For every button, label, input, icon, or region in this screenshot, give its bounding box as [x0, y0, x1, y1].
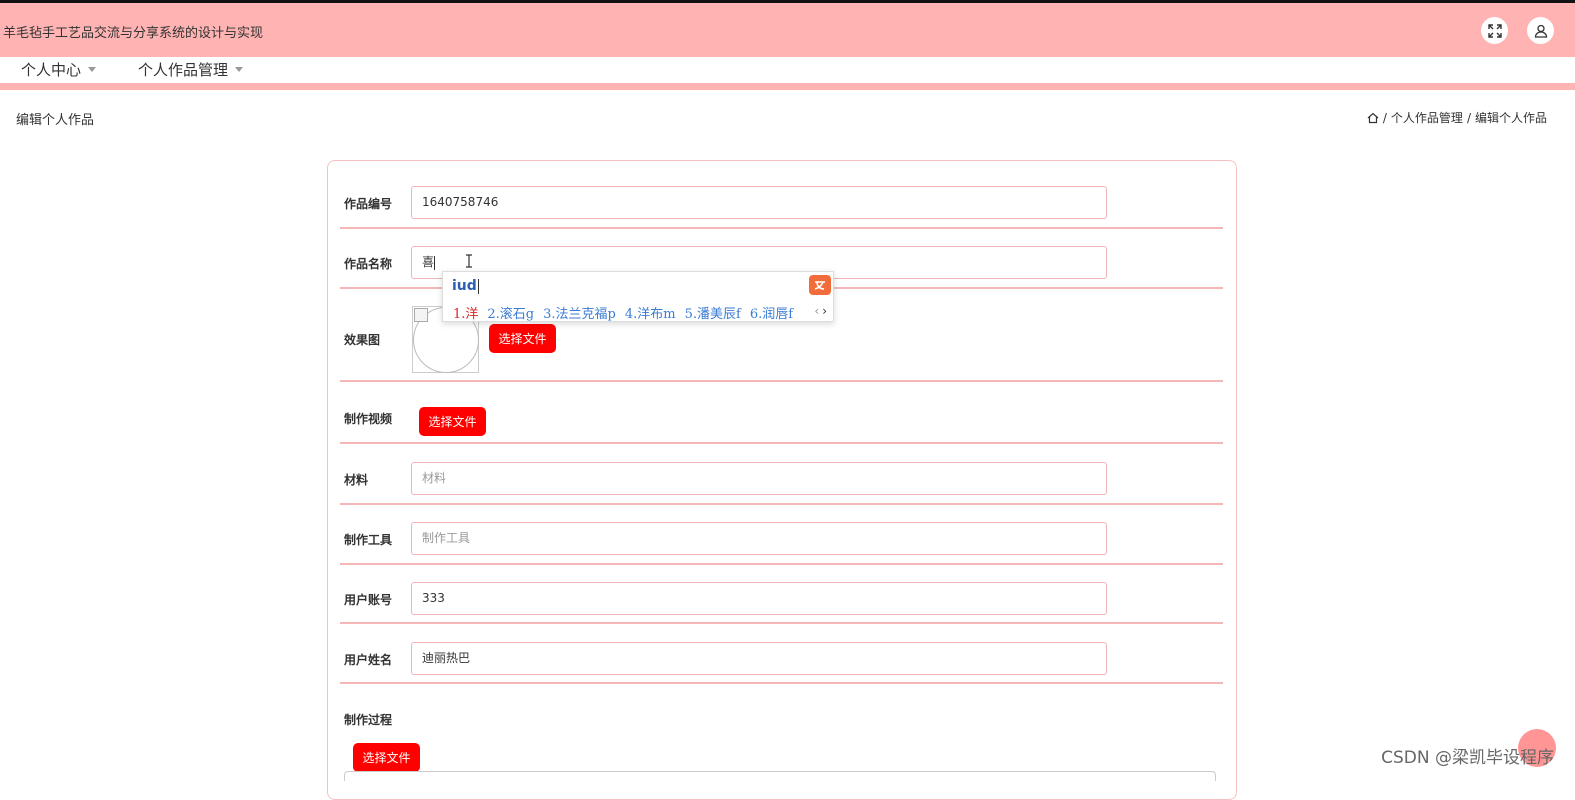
chevron-down-icon: [235, 67, 244, 72]
chevron-down-icon: [88, 67, 97, 72]
home-icon[interactable]: [1367, 112, 1379, 124]
ime-candidate-window: iud 1.洋 2.滚石g 3.法兰克福p 4.洋布m 5.潘美辰f 6.润唇f…: [442, 271, 834, 322]
ime-composition: iud: [452, 278, 479, 294]
ime-candidate[interactable]: 6.润唇f: [750, 303, 793, 322]
process-editor[interactable]: [344, 771, 1216, 781]
work-name-value: 喜: [422, 255, 435, 269]
row-divider: [340, 682, 1223, 684]
row-divider: [340, 227, 1223, 229]
app-header: 羊毛毡手工艺品交流与分享系统的设计与实现: [0, 3, 1575, 57]
effect-image-label: 效果图: [344, 333, 381, 347]
ime-candidate[interactable]: 4.洋布m: [625, 303, 676, 322]
process-label: 制作过程: [344, 713, 393, 727]
username-input[interactable]: 迪丽热巴: [411, 642, 1107, 675]
material-label: 材料: [344, 473, 369, 487]
work-no-label: 作品编号: [344, 197, 393, 211]
nav-item-label: 个人作品管理: [138, 61, 229, 79]
tools-input[interactable]: 制作工具: [411, 522, 1107, 555]
row-divider: [340, 380, 1223, 382]
row-divider: [340, 442, 1223, 444]
ibeam-cursor-icon: [466, 254, 472, 268]
text-caret: [434, 255, 436, 270]
tools-label: 制作工具: [344, 533, 393, 547]
page-title: 编辑个人作品: [16, 113, 95, 128]
chevron-left-icon[interactable]: ‹: [814, 304, 819, 318]
expand-icon: [1487, 23, 1502, 38]
broken-image-icon: [414, 308, 428, 322]
nav-item-works-management[interactable]: 个人作品管理: [138, 59, 244, 80]
ime-candidate[interactable]: 3.法兰克福p: [543, 303, 616, 322]
process-choose-file-button[interactable]: 选择文件: [353, 743, 420, 772]
chevron-right-icon[interactable]: ›: [822, 304, 827, 318]
ime-caret: [477, 278, 479, 294]
watermark: CSDN @梁凯毕设程序: [1381, 748, 1554, 768]
video-label: 制作视频: [344, 412, 393, 426]
breadcrumb: / 个人作品管理 / 编辑个人作品: [1367, 109, 1547, 126]
nav-item-label: 个人中心: [21, 61, 82, 79]
ime-candidate-list: 1.洋 2.滚石g 3.法兰克福p 4.洋布m 5.潘美辰f 6.润唇f: [453, 303, 793, 322]
top-nav: 个人中心 个人作品管理: [0, 57, 1575, 83]
breadcrumb-current: 编辑个人作品: [1474, 111, 1547, 125]
app-title: 羊毛毡手工艺品交流与分享系统的设计与实现: [3, 26, 264, 41]
work-no-input[interactable]: 1640758746: [411, 186, 1107, 219]
account-input[interactable]: 333: [411, 582, 1107, 615]
user-menu-button[interactable]: [1527, 17, 1554, 44]
work-name-label: 作品名称: [344, 257, 393, 271]
video-choose-file-button[interactable]: 选择文件: [419, 407, 486, 436]
ime-composition-text: iud: [452, 278, 477, 294]
effect-image-choose-file-button[interactable]: 选择文件: [489, 324, 556, 353]
username-label: 用户姓名: [344, 653, 393, 667]
breadcrumb-separator: /: [1382, 110, 1387, 125]
ime-brand-icon: [814, 281, 825, 290]
ime-candidate[interactable]: 1.洋: [453, 303, 478, 322]
ime-logo-icon[interactable]: [809, 275, 831, 295]
nav-divider: [0, 83, 1575, 90]
breadcrumb-separator: /: [1466, 110, 1471, 125]
ime-candidate[interactable]: 2.滚石g: [487, 303, 534, 322]
account-label: 用户账号: [344, 593, 393, 607]
ime-candidate[interactable]: 5.潘美辰f: [685, 303, 741, 322]
ime-page-nav: ‹ ›: [814, 304, 827, 318]
material-input[interactable]: 材料: [411, 462, 1107, 495]
nav-item-personal-center[interactable]: 个人中心: [21, 59, 97, 80]
row-divider: [340, 563, 1223, 565]
row-divider: [340, 622, 1223, 624]
breadcrumb-works-management[interactable]: 个人作品管理: [1391, 109, 1463, 126]
user-icon: [1534, 24, 1547, 38]
fullscreen-button[interactable]: [1481, 17, 1508, 44]
row-divider: [340, 503, 1223, 505]
